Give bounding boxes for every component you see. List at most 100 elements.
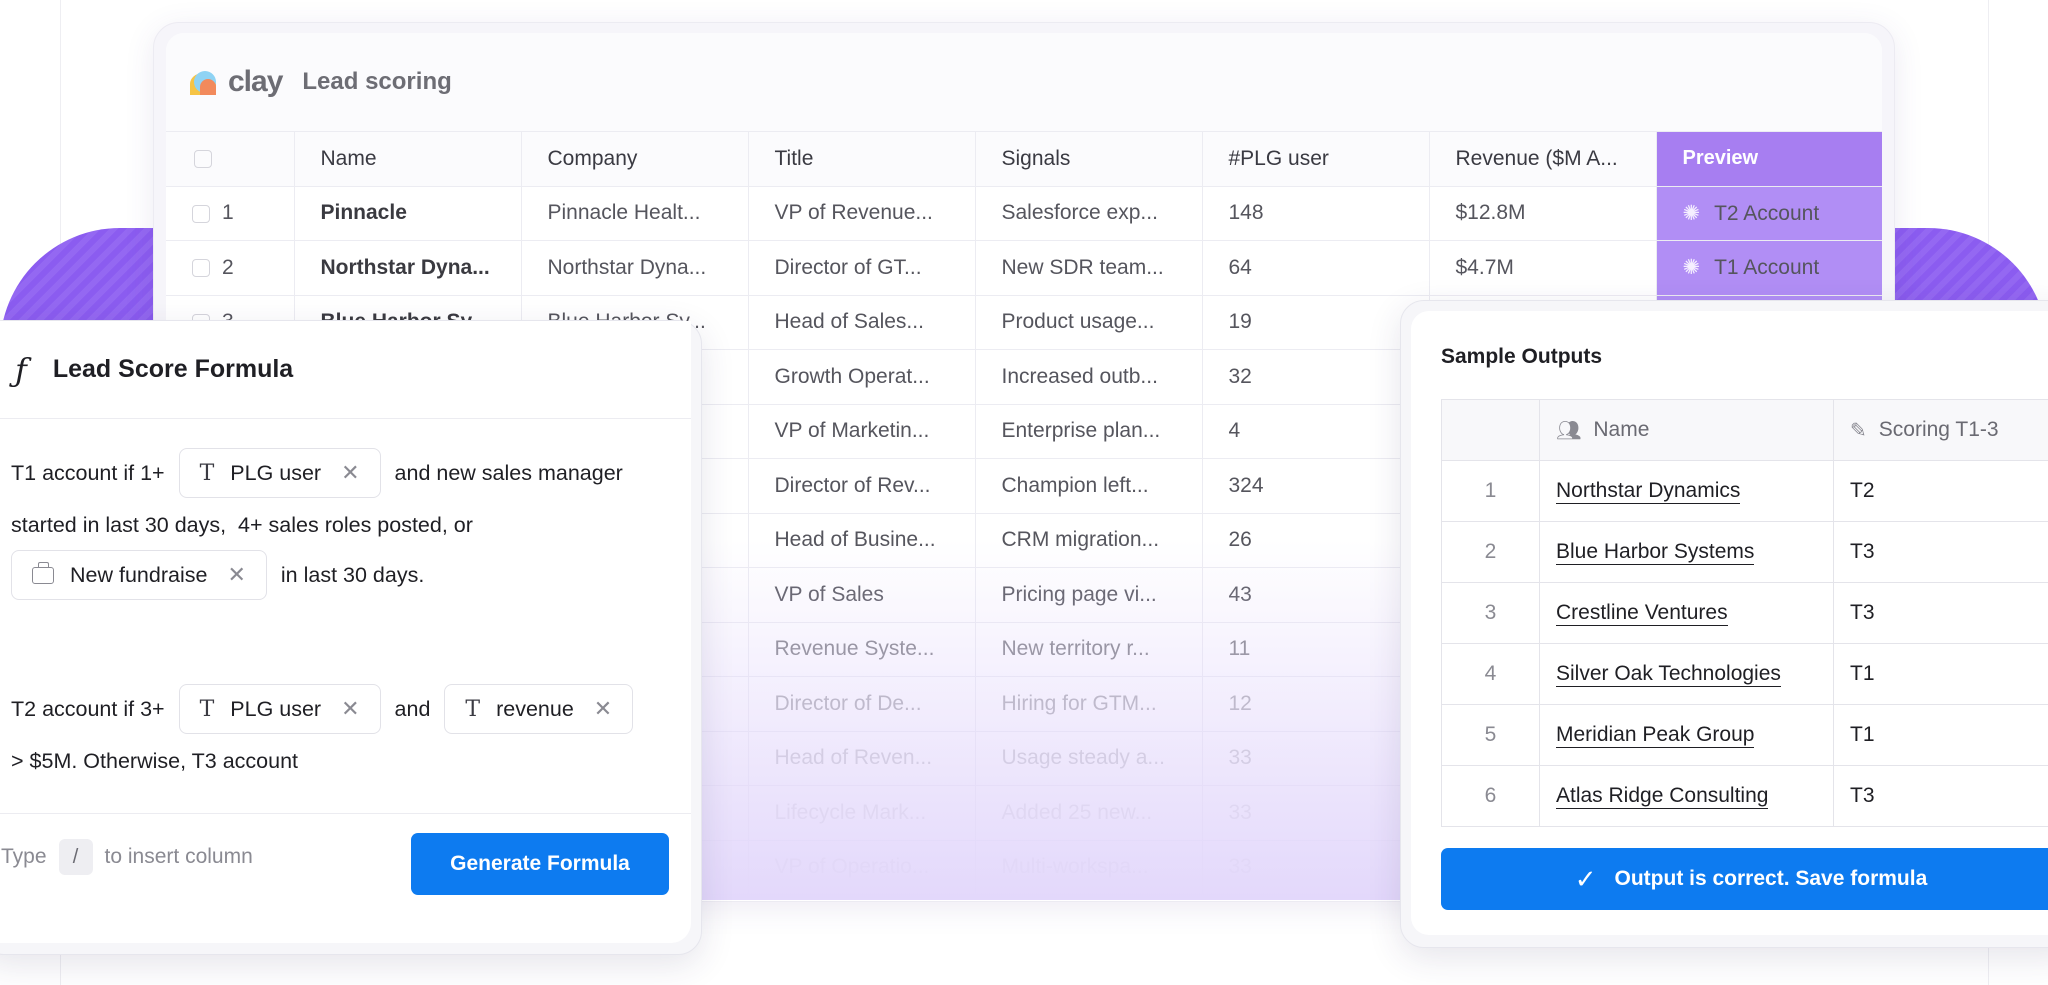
cell-preview[interactable]: ✺ T2 Account xyxy=(1656,186,1882,241)
cell-plg-user[interactable]: 324 xyxy=(1202,458,1430,514)
company-name-cell[interactable]: Northstar Dynamics xyxy=(1539,460,1834,522)
checkbox-icon[interactable] xyxy=(194,150,212,169)
cell-preview[interactable]: ✺ T1 Account xyxy=(1656,240,1882,296)
cell-signals[interactable]: Increased outb... xyxy=(975,349,1203,405)
company-name-cell[interactable]: Silver Oak Technologies xyxy=(1539,643,1834,705)
remove-chip-icon[interactable]: ✕ xyxy=(227,562,245,588)
sample-row[interactable]: 6 Atlas Ridge Consulting T3 xyxy=(1441,765,2048,827)
sample-row[interactable]: 4 Silver Oak Technologies T1 xyxy=(1441,643,2048,705)
cell-signals[interactable]: Salesforce exp... xyxy=(975,186,1203,241)
text-type-icon: T xyxy=(199,696,215,722)
formula-title: Lead Score Formula xyxy=(52,355,294,383)
sample-row[interactable]: 5 Meridian Peak Group T1 xyxy=(1441,704,2048,766)
cell-title[interactable]: Growth Operat... xyxy=(748,349,976,405)
company-link[interactable]: Silver Oak Technologies xyxy=(1556,662,1781,687)
cell-name[interactable]: Pinnacle xyxy=(294,186,522,241)
column-chip-plg-user[interactable]: T PLG user ✕ xyxy=(178,448,381,498)
cell-plg-user[interactable]: 32 xyxy=(1202,349,1430,405)
save-formula-label: Output is correct. Save formula xyxy=(1614,867,1928,890)
sample-row[interactable]: 3 Crestline Ventures T3 xyxy=(1441,582,2048,644)
cell-title[interactable]: Head of Sales... xyxy=(748,295,976,350)
row-number: 6 xyxy=(1441,765,1540,827)
formula-text: and new sales manager xyxy=(394,460,623,485)
sample-row[interactable]: 1 Northstar Dynamics T2 xyxy=(1441,460,2048,522)
briefcase-icon xyxy=(32,561,54,584)
lead-score-formula-panel: ƒ Lead Score Formula T1 account if 1+ T … xyxy=(0,320,702,955)
cell-plg-user[interactable]: 4 xyxy=(1202,404,1430,459)
save-formula-button[interactable]: ✓ Output is correct. Save formula xyxy=(1441,848,2048,910)
column-header-company[interactable]: Company xyxy=(521,131,749,187)
cell-company[interactable]: Pinnacle Healt... xyxy=(521,186,749,241)
column-header-revenue[interactable]: Revenue ($M A... xyxy=(1429,131,1657,187)
formula-line-3: New fundraise ✕ in last 30 days. xyxy=(11,549,671,601)
cell-signals[interactable]: Champion left... xyxy=(975,458,1203,514)
formula-divider xyxy=(0,813,691,814)
column-header-preview[interactable]: Preview xyxy=(1656,131,1882,187)
cell-title[interactable]: Director of Rev... xyxy=(748,458,976,514)
header-label: Name xyxy=(1593,417,1650,441)
checkbox-icon[interactable] xyxy=(192,259,210,278)
cell-company[interactable]: Northstar Dyna... xyxy=(521,240,749,296)
cell-plg-user[interactable]: 19 xyxy=(1202,295,1430,350)
column-chip-plg-user[interactable]: T PLG user ✕ xyxy=(178,684,381,734)
score-cell: T3 xyxy=(1833,521,2048,583)
company-name-cell[interactable]: Blue Harbor Systems xyxy=(1539,521,1834,583)
company-name-cell[interactable]: Crestline Ventures xyxy=(1539,582,1834,644)
column-header-scoring[interactable]: ✎ Scoring T1-3 xyxy=(1833,399,2048,461)
cell-name[interactable]: Northstar Dyna... xyxy=(294,240,522,296)
row-index-cell[interactable]: 1 xyxy=(166,186,295,241)
formula-line-2: started in last 30 days, 4+ sales roles … xyxy=(11,499,671,551)
score-cell: T1 xyxy=(1833,704,2048,766)
preview-label: T1 Account xyxy=(1714,256,1820,280)
table-row[interactable]: 2 Northstar Dyna... Northstar Dyna... Direc… xyxy=(166,240,1882,296)
checkbox-icon[interactable] xyxy=(192,204,210,223)
column-header-title[interactable]: Title xyxy=(748,131,976,187)
remove-chip-icon[interactable]: ✕ xyxy=(594,696,612,722)
cell-signals[interactable]: New SDR team... xyxy=(975,240,1203,296)
column-header-signals[interactable]: Signals xyxy=(975,131,1203,187)
formula-text: T1 account if 1+ xyxy=(11,460,165,485)
formula-text: and xyxy=(394,696,431,721)
sample-outputs-table: 👥︎ Name ✎ Scoring T1-3 1 Northstar Dynamics… xyxy=(1441,399,2048,827)
column-header-plg-user[interactable]: #PLG user xyxy=(1202,131,1430,187)
company-link[interactable]: Blue Harbor Systems xyxy=(1556,540,1755,565)
cell-revenue[interactable]: $12.8M xyxy=(1429,186,1657,241)
table-row[interactable]: 1 Pinnacle Pinnacle Healt... VP of Revenue.… xyxy=(166,186,1882,241)
company-link[interactable]: Atlas Ridge Consulting xyxy=(1556,784,1769,809)
generate-formula-button[interactable]: Generate Formula xyxy=(411,833,669,895)
remove-chip-icon[interactable]: ✕ xyxy=(341,460,359,486)
text-type-icon: T xyxy=(465,696,481,722)
cell-plg-user[interactable]: 148 xyxy=(1202,186,1430,241)
column-header-name[interactable]: 👥︎ Name xyxy=(1539,399,1834,461)
company-name-cell[interactable]: Atlas Ridge Consulting xyxy=(1539,765,1834,827)
company-name-cell[interactable]: Meridian Peak Group xyxy=(1539,704,1834,766)
sample-row[interactable]: 2 Blue Harbor Systems T3 xyxy=(1441,521,2048,583)
chip-label: revenue xyxy=(496,696,574,721)
cell-title[interactable]: VP of Marketin... xyxy=(748,404,976,459)
select-all-cell[interactable] xyxy=(166,131,295,187)
loading-spinner-icon: ✺ xyxy=(1682,256,1701,280)
brand-name: clay xyxy=(228,65,283,98)
clay-logo-icon xyxy=(190,69,224,95)
sheet-title[interactable]: Lead scoring xyxy=(302,68,451,96)
formula-line-1: T1 account if 1+ T PLG user ✕ and new sa… xyxy=(11,447,671,499)
company-link[interactable]: Meridian Peak Group xyxy=(1556,723,1755,748)
company-link[interactable]: Crestline Ventures xyxy=(1556,601,1728,626)
cell-signals[interactable]: Product usage... xyxy=(975,295,1203,350)
formula-surface: ƒ Lead Score Formula T1 account if 1+ T … xyxy=(0,321,691,943)
cell-title[interactable]: VP of Revenue... xyxy=(748,186,976,241)
column-header-name[interactable]: Name xyxy=(294,131,522,187)
cell-signals[interactable]: Enterprise plan... xyxy=(975,404,1203,459)
cell-revenue[interactable]: $4.7M xyxy=(1429,240,1657,296)
row-index-cell[interactable]: 2 xyxy=(166,240,295,296)
remove-chip-icon[interactable]: ✕ xyxy=(341,696,359,722)
company-link[interactable]: Northstar Dynamics xyxy=(1556,479,1741,504)
cell-plg-user[interactable]: 64 xyxy=(1202,240,1430,296)
formula-editor[interactable]: T1 account if 1+ T PLG user ✕ and new sa… xyxy=(11,447,671,787)
column-chip-new-fundraise[interactable]: New fundraise ✕ xyxy=(11,550,267,600)
cell-title[interactable]: Director of GT... xyxy=(748,240,976,296)
formula-line-5: > $5M. Otherwise, T3 account xyxy=(11,735,671,787)
table-header-bar: clay Lead scoring xyxy=(166,33,1882,131)
column-chip-revenue[interactable]: T revenue ✕ xyxy=(444,684,634,734)
formula-text: started in last 30 days, 4+ sales roles … xyxy=(11,512,473,537)
